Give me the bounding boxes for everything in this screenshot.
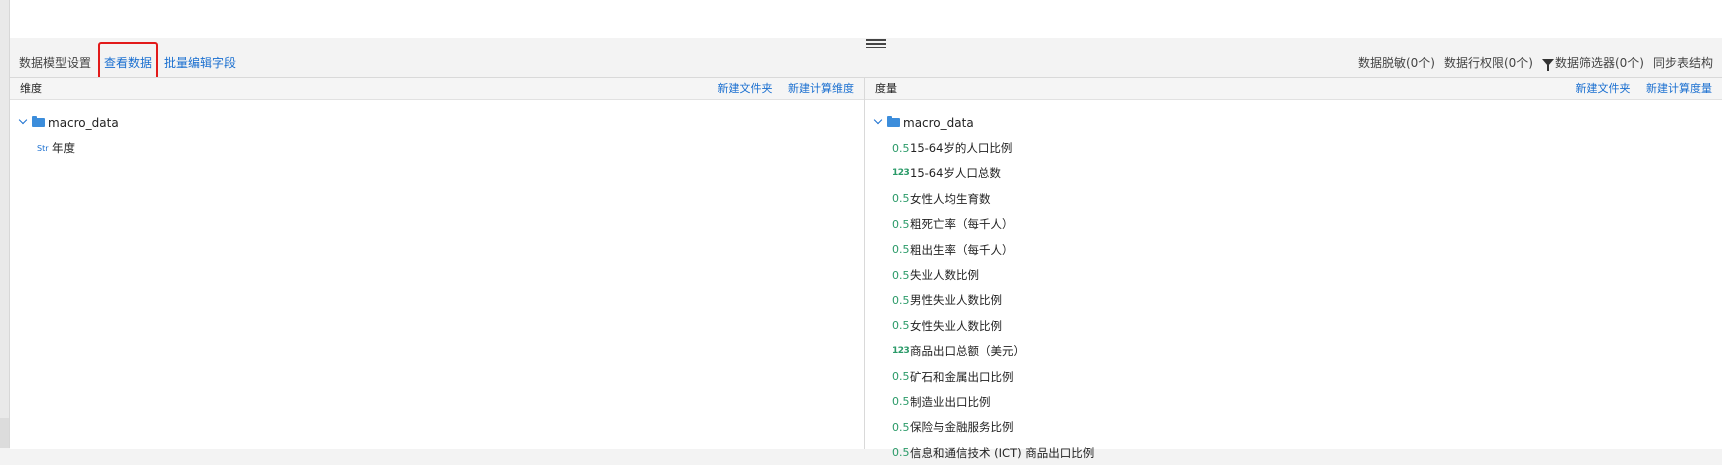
field-item[interactable]: 0.5 制造业出口比例 — [865, 389, 1722, 414]
measure-tree: macro_data 0.5 15-64岁的人口比例 123 15-64岁人口总数 … — [865, 100, 1722, 465]
field-label: 年度 — [52, 141, 75, 156]
toolbar-right-actions: 数据脱敏(0个) 数据行权限(0个) 数据筛选器(0个) 同步表结构 — [1349, 48, 1713, 77]
field-item[interactable]: 0.5 保险与金融服务比例 — [865, 415, 1722, 440]
decimal-type-icon: 0.5 — [892, 446, 910, 460]
toolbar-tabs: 数据模型设置 查看数据 批量编辑字段 — [19, 42, 244, 83]
field-label: 女性人均生育数 — [910, 191, 991, 206]
field-item[interactable]: 0.5 矿石和金属出口比例 — [865, 364, 1722, 389]
field-label: 男性失业人数比例 — [910, 293, 1002, 308]
field-item[interactable]: 123 15-64岁人口总数 — [865, 161, 1722, 186]
folder-node[interactable]: macro_data — [865, 110, 1722, 135]
folder-node[interactable]: macro_data — [10, 110, 864, 135]
new-folder-button[interactable]: 新建文件夹 — [1576, 82, 1631, 95]
top-preview-pane — [10, 0, 1722, 39]
measure-panel: 度量 新建文件夹 新建计算度量 macro_data 0.5 15-64岁的人口比… — [865, 77, 1722, 460]
new-folder-button[interactable]: 新建文件夹 — [718, 82, 773, 95]
data-masking-button[interactable]: 数据脱敏(0个) — [1358, 54, 1435, 71]
folder-icon — [32, 116, 45, 128]
model-toolbar: 数据模型设置 查看数据 批量编辑字段 数据脱敏(0个) 数据行权限(0个) 数据… — [10, 42, 1722, 83]
dimension-tree: macro_data Str 年度 — [10, 100, 864, 161]
tab-data-model-settings[interactable]: 数据模型设置 — [19, 54, 91, 71]
field-item[interactable]: 0.5 粗出生率（每千人） — [865, 237, 1722, 262]
measure-panel-header: 度量 新建文件夹 新建计算度量 — [865, 78, 1722, 100]
dimension-panel-header: 维度 新建文件夹 新建计算维度 — [10, 78, 864, 100]
field-item[interactable]: 123 商品出口总额（美元） — [865, 339, 1722, 364]
new-calculated-dimension-button[interactable]: 新建计算维度 — [788, 82, 854, 95]
decimal-type-icon: 0.5 — [892, 395, 910, 409]
row-permission-button[interactable]: 数据行权限(0个) — [1444, 54, 1533, 71]
field-item[interactable]: 0.5 男性失业人数比例 — [865, 288, 1722, 313]
string-type-icon: Str — [37, 143, 49, 153]
folder-label: macro_data — [903, 115, 974, 130]
left-scroll-thumb[interactable] — [0, 418, 9, 448]
filter-icon — [1541, 59, 1554, 71]
folder-icon — [887, 116, 900, 128]
decimal-type-icon: 0.5 — [892, 370, 910, 384]
decimal-type-icon: 0.5 — [892, 217, 910, 231]
field-label: 商品出口总额（美元） — [910, 344, 1025, 359]
integer-type-icon: 123 — [892, 346, 910, 357]
field-label: 粗死亡率（每千人） — [910, 217, 1014, 232]
dimension-panel-title: 维度 — [20, 82, 42, 95]
decimal-type-icon: 0.5 — [892, 192, 910, 206]
chevron-down-icon[interactable] — [873, 115, 883, 125]
integer-type-icon: 123 — [892, 168, 910, 179]
field-label: 粗出生率（每千人） — [910, 242, 1014, 257]
field-label: 15-64岁人口总数 — [910, 166, 1001, 181]
decimal-type-icon: 0.5 — [892, 141, 910, 155]
decimal-type-icon: 0.5 — [892, 243, 910, 257]
field-label: 信息和通信技术 (ICT) 商品出口比例 — [910, 445, 1095, 460]
field-item[interactable]: 0.5 女性失业人数比例 — [865, 313, 1722, 338]
field-label: 矿石和金属出口比例 — [910, 369, 1014, 384]
decimal-type-icon: 0.5 — [892, 268, 910, 282]
field-item[interactable]: Str 年度 — [10, 135, 864, 160]
tab-batch-edit-fields[interactable]: 批量编辑字段 — [164, 54, 236, 71]
data-filter-button[interactable]: 数据筛选器(0个) — [1541, 54, 1644, 71]
measure-panel-title: 度量 — [875, 82, 897, 95]
field-label: 制造业出口比例 — [910, 394, 991, 409]
field-item[interactable]: 0.5 15-64岁的人口比例 — [865, 135, 1722, 160]
field-item[interactable]: 0.5 信息和通信技术 (ICT) 商品出口比例 — [865, 440, 1722, 465]
folder-label: macro_data — [48, 115, 119, 130]
field-label: 15-64岁的人口比例 — [910, 141, 1013, 156]
left-gutter — [0, 0, 10, 448]
decimal-type-icon: 0.5 — [892, 319, 910, 333]
field-item[interactable]: 0.5 失业人数比例 — [865, 262, 1722, 287]
field-item[interactable]: 0.5 女性人均生育数 — [865, 186, 1722, 211]
dimension-panel: 维度 新建文件夹 新建计算维度 macro_data Str 年度 — [10, 77, 865, 449]
drag-handle-icon[interactable] — [866, 39, 886, 49]
decimal-type-icon: 0.5 — [892, 420, 910, 434]
field-item[interactable]: 0.5 粗死亡率（每千人） — [865, 212, 1722, 237]
data-filter-label: 数据筛选器(0个) — [1554, 56, 1644, 70]
field-label: 女性失业人数比例 — [910, 318, 1002, 333]
decimal-type-icon: 0.5 — [892, 293, 910, 307]
pane-splitter[interactable] — [10, 38, 1722, 49]
field-label: 保险与金融服务比例 — [910, 420, 1014, 435]
chevron-down-icon[interactable] — [18, 115, 28, 125]
field-label: 失业人数比例 — [910, 268, 979, 283]
new-calculated-measure-button[interactable]: 新建计算度量 — [1646, 82, 1712, 95]
sync-table-structure-button[interactable]: 同步表结构 — [1653, 54, 1713, 71]
